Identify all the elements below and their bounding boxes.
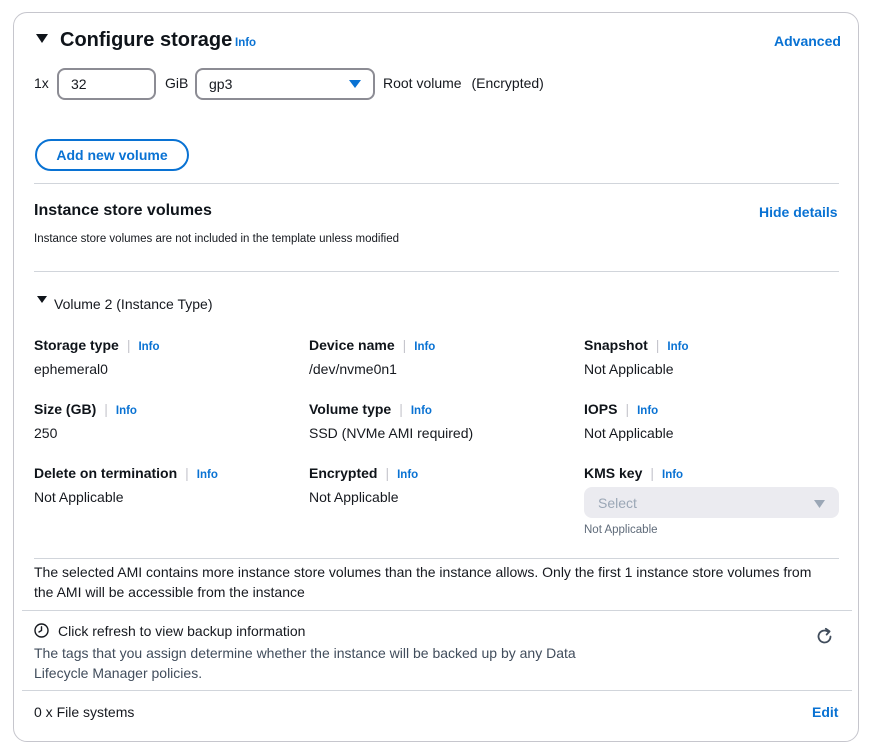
encrypted-text: (Encrypted)	[471, 75, 544, 91]
encrypted-label: Encrypted | Info	[309, 465, 419, 481]
volume-count: 1x	[34, 75, 49, 91]
info-link[interactable]: Info	[197, 469, 218, 481]
instance-store-title: Instance store volumes	[34, 202, 212, 219]
iops-value: Not Applicable	[584, 425, 674, 441]
root-volume-text: Root volume	[383, 75, 462, 91]
encrypted-value: Not Applicable	[309, 489, 399, 505]
caret-down-icon[interactable]	[37, 296, 47, 303]
edit-file-systems-link[interactable]: Edit	[812, 704, 838, 720]
delete-on-termination-value: Not Applicable	[34, 489, 124, 505]
backup-desc-line2: Lifecycle Manager policies.	[34, 665, 203, 681]
storage-type-label-text: Storage type	[34, 337, 119, 353]
dropdown-caret-icon	[349, 76, 361, 92]
kms-key-label-text: KMS key	[584, 465, 643, 481]
kms-key-placeholder: Select	[598, 494, 637, 511]
collapse-icon[interactable]	[36, 34, 48, 43]
volume-type-select[interactable]: gp3	[195, 68, 375, 100]
backup-desc-line1: The tags that you assign determine wheth…	[34, 645, 576, 661]
clock-icon	[34, 623, 49, 643]
snapshot-label: Snapshot | Info	[584, 337, 689, 353]
info-link[interactable]: Info	[637, 405, 658, 417]
volume-title: Volume 2 (Instance Type)	[54, 296, 213, 312]
encrypted-label-text: Encrypted	[309, 465, 378, 481]
volume-type-label: Volume type | Info	[309, 401, 432, 417]
backup-title: Click refresh to view backup information	[58, 623, 306, 639]
info-link[interactable]: Info	[414, 341, 435, 353]
device-name-value: /dev/nvme0n1	[309, 361, 397, 377]
add-new-volume-button[interactable]: Add new volume	[35, 139, 189, 171]
refresh-icon[interactable]	[815, 627, 834, 651]
kms-key-hint: Not Applicable	[584, 524, 658, 536]
info-link[interactable]: Info	[138, 341, 159, 353]
volume-type-value: gp3	[209, 76, 233, 92]
divider	[34, 558, 839, 559]
size-unit: GiB	[165, 75, 189, 91]
volume-size-input[interactable]: 32	[57, 68, 156, 100]
ami-warning-line1: The selected AMI contains more instance …	[34, 564, 812, 580]
device-name-label: Device name | Info	[309, 337, 436, 353]
storage-type-label: Storage type | Info	[34, 337, 160, 353]
ami-warning-line2: the AMI will be accessible from the inst…	[34, 584, 305, 600]
info-link[interactable]: Info	[662, 469, 683, 481]
size-label-text: Size (GB)	[34, 401, 97, 417]
device-name-label-text: Device name	[309, 337, 395, 353]
divider	[22, 690, 852, 691]
snapshot-label-text: Snapshot	[584, 337, 648, 353]
size-value: 250	[34, 425, 58, 441]
info-link[interactable]: Info	[667, 341, 688, 353]
root-volume-label: Root volume (Encrypted)	[383, 75, 544, 91]
hide-details-link[interactable]: Hide details	[759, 204, 838, 220]
storage-type-value: ephemeral0	[34, 361, 108, 377]
delete-on-termination-label-text: Delete on termination	[34, 465, 178, 481]
size-label: Size (GB) | Info	[34, 401, 137, 417]
info-link[interactable]: Info	[235, 37, 256, 49]
volume-type-label-text: Volume type	[309, 401, 392, 417]
iops-label-text: IOPS	[584, 401, 618, 417]
ami-warning-text: The selected AMI contains more instance …	[34, 562, 839, 602]
divider	[34, 271, 839, 272]
instance-store-description: Instance store volumes are not included …	[34, 233, 400, 245]
kms-key-label: KMS key | Info	[584, 465, 684, 481]
info-link[interactable]: Info	[397, 469, 418, 481]
file-systems-label: 0 x File systems	[34, 704, 135, 720]
snapshot-value: Not Applicable	[584, 361, 674, 377]
volume-type-value: SSD (NVMe AMI required)	[309, 425, 474, 441]
configure-storage-panel: Configure storage Info Advanced 1x 32 Gi…	[13, 12, 859, 742]
section-title: Configure storage	[60, 29, 233, 51]
delete-on-termination-label: Delete on termination | Info	[34, 465, 218, 481]
kms-key-select[interactable]: Select	[584, 487, 839, 518]
divider	[22, 610, 852, 611]
divider	[34, 183, 839, 184]
info-link[interactable]: Info	[116, 405, 137, 417]
iops-label: IOPS | Info	[584, 401, 659, 417]
backup-description: The tags that you assign determine wheth…	[34, 643, 576, 683]
dropdown-caret-icon	[814, 495, 825, 511]
info-link[interactable]: Info	[411, 405, 432, 417]
advanced-link[interactable]: Advanced	[774, 33, 841, 49]
